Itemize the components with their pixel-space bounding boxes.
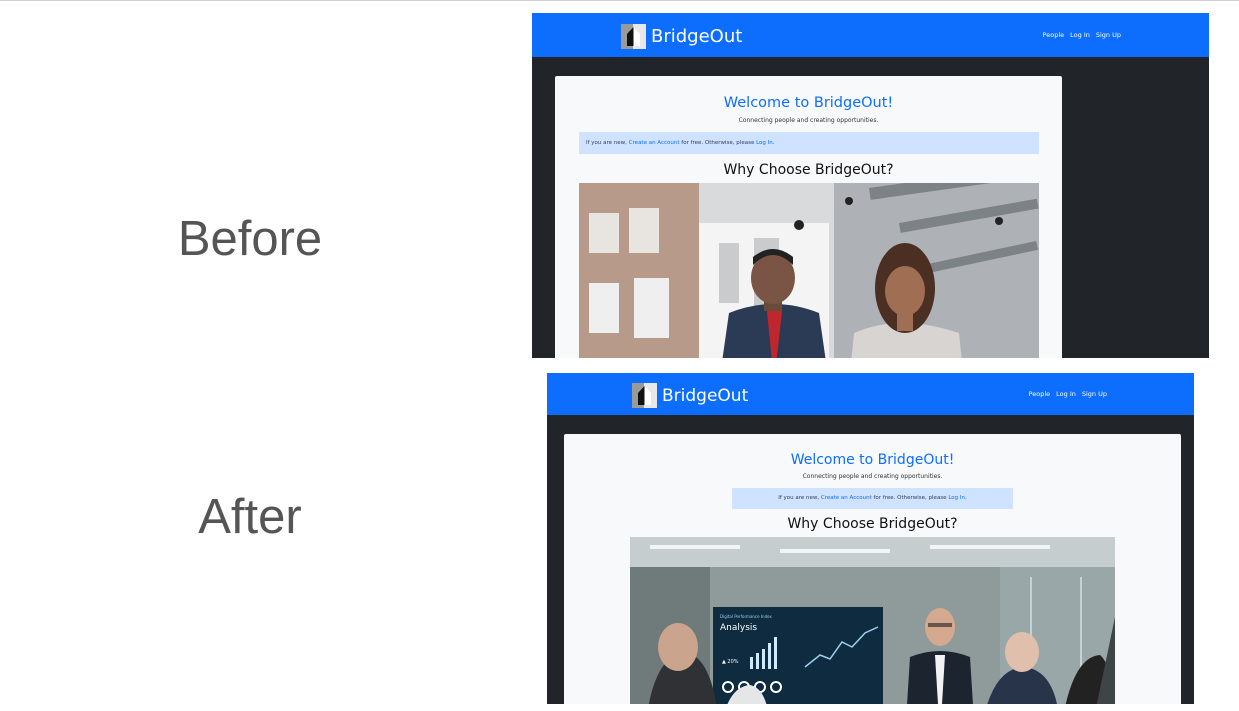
nav-login[interactable]: Log In [1056,390,1076,398]
hero-photo-meeting-analysis: Digital Performance Index Analysis ▲ 20% [630,537,1115,704]
alert-middle: for free. Otherwise, please [679,140,757,146]
create-account-link[interactable]: Create an Account [629,140,680,146]
brand-link[interactable]: BridgeOut [632,383,748,408]
tagline: Connecting people and creating opportuni… [738,117,879,124]
before-screenshot: BridgeOut People Log In Sign Up Welcome … [532,13,1209,358]
nav-people[interactable]: People [1029,390,1051,398]
nav-people[interactable]: People [1043,31,1065,39]
welcome-heading: Welcome to BridgeOut! [790,452,955,468]
before-label: Before [177,212,323,266]
navbar: BridgeOut People Log In Sign Up [547,373,1194,415]
bridgeout-logo-icon [632,383,657,408]
nav-signup[interactable]: Sign Up [1096,31,1121,39]
nav-signup[interactable]: Sign Up [1082,390,1107,398]
alert-middle: for free. Otherwise, please [871,495,949,501]
login-link[interactable]: Log In [756,140,773,146]
after-screenshot: BridgeOut People Log In Sign Up Welcome … [547,373,1194,704]
tagline: Connecting people and creating opportuni… [802,473,943,480]
navbar: BridgeOut People Log In Sign Up [532,13,1209,57]
welcome-card: Welcome to BridgeOut! Connecting people … [555,76,1062,358]
nav-login[interactable]: Log In [1070,31,1090,39]
alert-suffix: . [772,140,775,146]
brand-link[interactable]: BridgeOut [621,23,742,49]
welcome-heading: Welcome to BridgeOut! [723,95,894,111]
screen-stat: ▲ 20% [722,659,739,665]
brand-name: BridgeOut [651,25,743,47]
why-heading: Why Choose BridgeOut? [723,162,894,178]
info-alert: If you are new, Create an Account for fr… [732,488,1013,509]
alert-prefix: If you are new, [586,140,629,146]
why-heading: Why Choose BridgeOut? [787,516,958,532]
hero-photo-two-professionals [579,183,1039,358]
welcome-card: Welcome to BridgeOut! Connecting people … [564,434,1181,704]
login-link[interactable]: Log In [948,495,965,501]
bridgeout-logo-icon [621,23,646,49]
info-alert: If you are new, Create an Account for fr… [579,132,1039,154]
brand-name: BridgeOut [662,385,749,406]
screen-subtitle: Digital Performance Index [720,614,773,619]
after-label: After [198,490,302,544]
create-account-link[interactable]: Create an Account [821,495,872,501]
screen-title: Analysis [720,623,757,633]
alert-suffix: . [965,495,967,501]
alert-prefix: If you are new, [778,495,821,501]
